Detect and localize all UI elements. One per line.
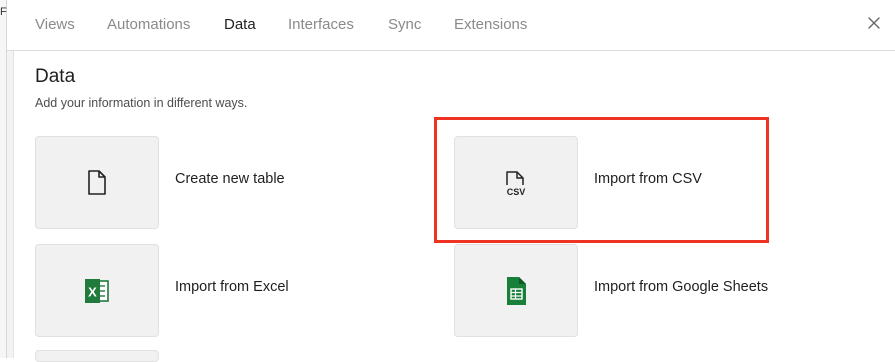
import-google-sheets-tile[interactable] xyxy=(454,244,578,337)
side-scroll-track xyxy=(7,51,14,358)
excel-icon: X xyxy=(85,278,109,303)
background-text-fragment: F xyxy=(0,6,7,18)
tab-bar: Views Automations Data Interfaces Sync E… xyxy=(7,0,895,51)
close-icon xyxy=(868,17,880,29)
tab-extensions[interactable]: Extensions xyxy=(454,16,527,33)
svg-text:X: X xyxy=(88,284,97,299)
close-button[interactable] xyxy=(865,14,883,32)
create-new-table-tile[interactable] xyxy=(35,136,159,229)
csv-file-icon: CSV xyxy=(506,170,526,197)
section-subtitle: Add your information in different ways. xyxy=(35,96,248,110)
tab-interfaces[interactable]: Interfaces xyxy=(288,16,354,33)
next-option-tile-partial[interactable] xyxy=(35,350,159,362)
import-csv-tile[interactable]: CSV xyxy=(454,136,578,229)
section-title: Data xyxy=(35,66,76,87)
import-excel-tile[interactable]: X xyxy=(35,244,159,337)
svg-text:CSV: CSV xyxy=(507,187,526,197)
import-csv-label: Import from CSV xyxy=(594,171,702,187)
tab-sync[interactable]: Sync xyxy=(388,16,421,33)
create-new-table-label: Create new table xyxy=(175,171,285,187)
tab-views[interactable]: Views xyxy=(35,16,75,33)
import-excel-label: Import from Excel xyxy=(175,279,289,295)
import-google-sheets-label: Import from Google Sheets xyxy=(594,279,769,295)
tab-automations[interactable]: Automations xyxy=(107,16,190,33)
data-dialog: Views Automations Data Interfaces Sync E… xyxy=(7,0,895,362)
tab-data[interactable]: Data xyxy=(224,16,256,33)
google-sheets-icon xyxy=(507,276,526,305)
background-panel-edge xyxy=(0,0,7,358)
document-icon xyxy=(88,169,106,195)
